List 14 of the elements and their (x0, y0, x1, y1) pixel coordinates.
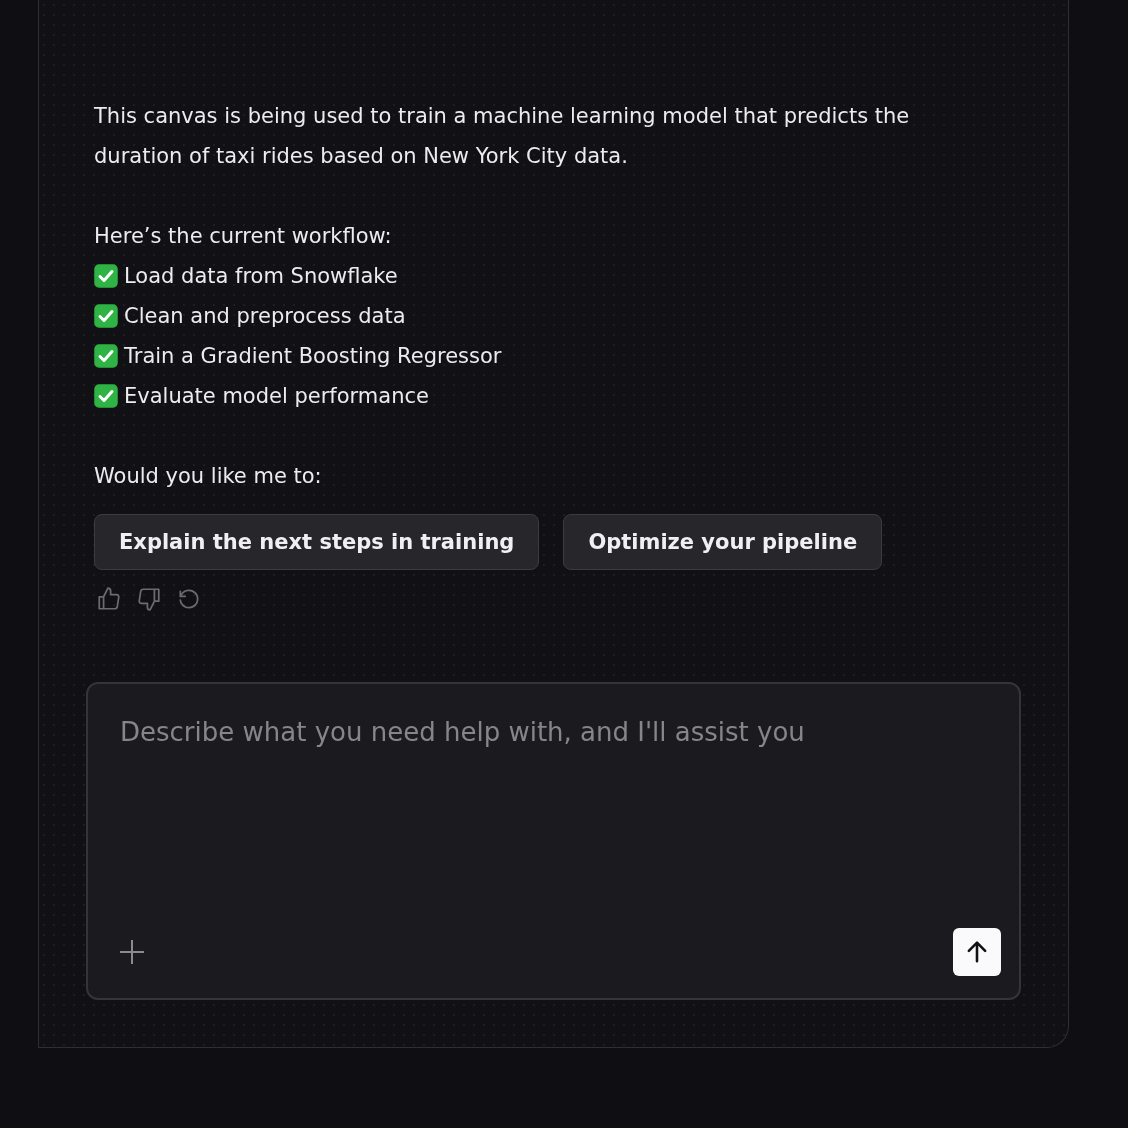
workflow-step: Train a Gradient Boosting Regressor (124, 344, 502, 368)
add-icon[interactable] (118, 938, 146, 966)
workflow-step: Clean and preprocess data (124, 304, 406, 328)
workflow-step: Load data from Snowflake (124, 264, 398, 288)
workflow-heading: Here’s the current workflow: (94, 223, 393, 250)
suggestion-button[interactable]: Optimize your pipeline (563, 514, 883, 570)
suggestion-button[interactable]: Explain the next steps in training (94, 514, 540, 570)
send-button[interactable] (953, 928, 1001, 976)
message-text: This canvas is being used to train a machine learning model that predicts the duration of taxi rides based on New York City data. (94, 103, 911, 170)
question-text: Would you like me to: (94, 463, 323, 490)
thumbs-up-icon[interactable] (96, 586, 122, 612)
thumbs-down-icon[interactable] (136, 586, 162, 612)
message-input[interactable]: Describe what you need help with, and I'll assist you (118, 716, 1001, 748)
workflow-step: Evaluate model performance (124, 384, 429, 408)
